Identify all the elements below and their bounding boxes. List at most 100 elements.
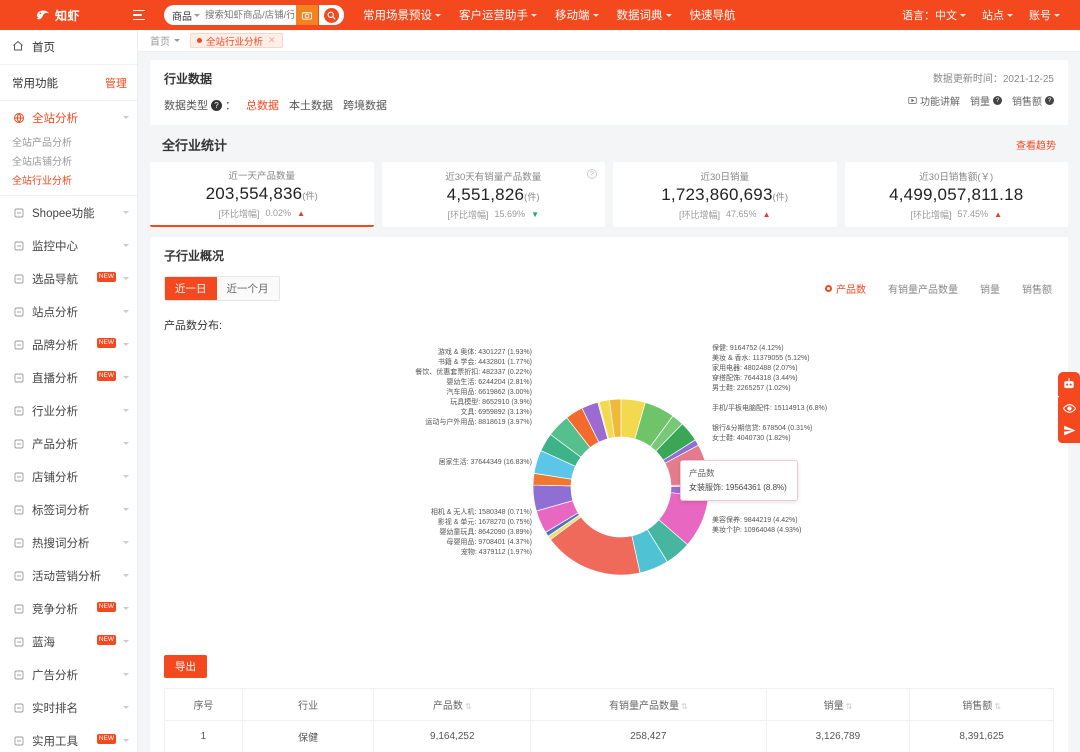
data-type-option-local[interactable]: 本土数据 <box>289 97 333 113</box>
table-col-4[interactable]: 销量 ⇅ <box>765 688 911 721</box>
send-icon[interactable] <box>1062 423 1076 437</box>
chevron-down-icon <box>123 706 129 709</box>
sidebar-subitem-2[interactable]: 全站行业分析 <box>12 172 133 187</box>
help-icon[interactable]: ? <box>1045 96 1054 105</box>
chevron-down-icon <box>123 640 129 643</box>
sidebar-item-行业分析[interactable]: 行业分析 <box>0 394 137 427</box>
sidebar-manage-link[interactable]: 管理 <box>105 75 127 91</box>
topnav-item-2[interactable]: 移动端 <box>546 0 608 30</box>
product-icon <box>12 437 25 450</box>
search-button[interactable] <box>318 5 344 25</box>
topnav-label-2: 移动端 <box>555 10 590 22</box>
sidebar-item-label: 实时排名 <box>32 702 78 715</box>
chart-label-left-2: 餐饮、优惠套票折扣: 482337 (0.22%) <box>415 369 532 376</box>
sidebar-item-实用工具[interactable]: 实用工具 NEW <box>0 724 137 752</box>
kpi-number: 4,551,826 <box>446 184 525 204</box>
kpi-compare: [环比增幅] 47.65% ▲ <box>679 208 770 221</box>
eye-icon[interactable] <box>1062 401 1076 415</box>
kpi-card-2[interactable]: 近30日销量 1,723,860,693(件) [环比增幅] 47.65% ▲ <box>613 162 837 227</box>
chart-label-left-0: 游戏 & 奥体: 4301227 (1.93%) <box>437 349 532 356</box>
sort-icon[interactable]: ⇅ <box>846 702 853 711</box>
legend-item-product-count[interactable]: 产品数 <box>825 281 866 296</box>
topnav-item-3[interactable]: 数据词典 <box>608 0 681 30</box>
export-button[interactable]: 导出 <box>164 655 207 678</box>
sidebar-item-产品分析[interactable]: 产品分析 <box>0 427 137 460</box>
search-scope-label: 商品 <box>172 11 192 23</box>
sidebar-item-站点分析[interactable]: 站点分析 <box>0 295 137 328</box>
sidebar-item-品牌分析[interactable]: 品牌分析 NEW <box>0 328 137 361</box>
chart-label-right-5: 手机/平板电脑配件: 15114913 (6.8%) <box>712 405 828 412</box>
assistant-robot-head[interactable] <box>1058 372 1080 396</box>
site-selector[interactable]: 站点 <box>974 0 1021 30</box>
hamburger-icon[interactable] <box>130 0 152 30</box>
help-icon[interactable]: ? <box>211 99 222 111</box>
help-icon[interactable]: ? <box>993 96 1002 105</box>
chart-label-left-1: 书籍 & 学会: 4432801 (1.77%) <box>437 359 532 366</box>
sidebar-item-实时排名[interactable]: 实时排名 <box>0 691 137 724</box>
search-input[interactable] <box>203 5 296 25</box>
topnav-item-4[interactable]: 快速导航 <box>681 0 745 30</box>
kpi-card-0[interactable]: 近一天产品数量 203,554,836(件) [环比增幅] 0.02% ▲ <box>150 162 374 227</box>
range-tab-month[interactable]: 近一个月 <box>216 277 279 300</box>
donut-chart-svg[interactable] <box>164 337 1078 637</box>
tools-icon <box>12 734 25 747</box>
sidebar-subitem-0[interactable]: 全站产品分析 <box>12 134 72 149</box>
sidebar-item-选品导航[interactable]: 选品导航 NEW <box>0 262 137 295</box>
table-col-3[interactable]: 有销量产品数量 ⇅ <box>530 688 767 721</box>
sidebar-item-监控中心[interactable]: 监控中心 <box>0 229 137 262</box>
topnav-item-0[interactable]: 常用场景预设 <box>354 0 450 30</box>
sort-icon[interactable]: ⇅ <box>681 702 688 711</box>
scroll-region[interactable]: 行业数据 数据类型 ? ： 总数据 本土数据 跨境数据 数据更新时间：2021-… <box>138 52 1080 752</box>
donut-chart[interactable]: 游戏 & 奥体: 4301227 (1.93%) 书籍 & 学会: 4432801… <box>164 337 1054 637</box>
table-col-5[interactable]: 销售额 ⇅ <box>909 688 1054 721</box>
sidebar-item-蓝海[interactable]: 蓝海 NEW <box>0 625 137 658</box>
help-icon[interactable]: ? <box>587 169 597 179</box>
global-search[interactable]: 商品 <box>164 5 344 25</box>
sort-icon[interactable]: ⇅ <box>994 702 1001 711</box>
chart-label-left-4: 汽车用品: 6619862 (3.00%) <box>446 389 532 396</box>
sidebar-item-label: 实用工具 <box>32 735 78 748</box>
data-type-option-total[interactable]: 总数据 <box>246 97 279 113</box>
kpi-card-3[interactable]: 近30日销售额(￥) 4,499,057,811.18 [环比增幅] 57.45% ▲ <box>844 162 1068 227</box>
kpi-trend-link[interactable]: 查看趋势 <box>1016 137 1056 152</box>
table-col-2[interactable]: 产品数 ⇅ <box>373 688 532 721</box>
kpi-card-1[interactable]: ? 近30天有销量产品数量 4,551,826(件) [环比增幅] 15.69% ▼ <box>381 162 605 227</box>
sidebar-item-home[interactable]: 首页 <box>0 30 137 64</box>
sidebar-item-店铺分析[interactable]: 店铺分析 <box>0 460 137 493</box>
data-type-option-crossborder[interactable]: 跨境数据 <box>343 97 387 113</box>
feature-guide-link[interactable]: 功能讲解 <box>908 93 960 108</box>
tabstrip-home[interactable]: 首页 <box>150 33 180 48</box>
legend-item-revenue[interactable]: 销售额 <box>1022 281 1052 296</box>
sidebar-item-直播分析[interactable]: 直播分析 NEW <box>0 361 137 394</box>
topnav-item-1[interactable]: 客户运营助手 <box>450 0 546 30</box>
sidebar-item-热搜词分析[interactable]: 热搜词分析 <box>0 526 137 559</box>
chart-label-left-12: 母婴用品: 9708401 (4.37%) <box>446 539 532 546</box>
camera-icon[interactable] <box>296 5 318 25</box>
sales-revenue-link[interactable]: 销售额 ? <box>1012 93 1054 108</box>
sidebar-item-竞争分析[interactable]: 竞争分析 NEW <box>0 592 137 625</box>
sidebar-item-全站分析[interactable]: 全站分析 <box>0 101 137 134</box>
new-badge: NEW <box>96 337 116 348</box>
legend-label-0: 产品数 <box>836 285 866 296</box>
range-tab-day[interactable]: 近一日 <box>165 277 217 300</box>
sales-volume-link[interactable]: 销量 ? <box>970 93 1002 108</box>
sidebar-item-广告分析[interactable]: 广告分析 <box>0 658 137 691</box>
table-cell-revenue: 8,391,625 <box>909 720 1054 752</box>
sidebar-item-Shopee功能[interactable]: Shopee功能 <box>0 196 137 229</box>
sidebar-item-活动营销分析[interactable]: 活动营销分析 <box>0 559 137 592</box>
top-navigation: 常用场景预设 客户运营助手 移动端 数据词典 快速导航 <box>354 0 745 30</box>
brand-logo[interactable]: 知虾 <box>0 0 130 30</box>
sidebar-item-标签词分析[interactable]: 标签词分析 <box>0 493 137 526</box>
floating-tools <box>1058 395 1080 443</box>
language-selector[interactable]: 语言：中文 <box>894 0 974 30</box>
sort-icon[interactable]: ⇅ <box>465 702 472 711</box>
account-menu[interactable]: 账号 <box>1021 0 1068 30</box>
legend-item-sold-products[interactable]: 有销量产品数量 <box>888 281 958 296</box>
table-row[interactable]: 1 保健 9,164,252 258,427 3,126,789 8,391,625 <box>164 720 1054 752</box>
tab-全站行业分析[interactable]: 全站行业分析 ✕ <box>190 33 283 48</box>
legend-item-sales[interactable]: 销量 <box>980 281 1000 296</box>
search-scope-selector[interactable]: 商品 <box>164 8 203 23</box>
sidebar-subitem-1[interactable]: 全站店铺分析 <box>12 153 72 168</box>
kpi-compare-value: 47.65% <box>726 209 757 219</box>
close-icon[interactable]: ✕ <box>268 35 276 46</box>
